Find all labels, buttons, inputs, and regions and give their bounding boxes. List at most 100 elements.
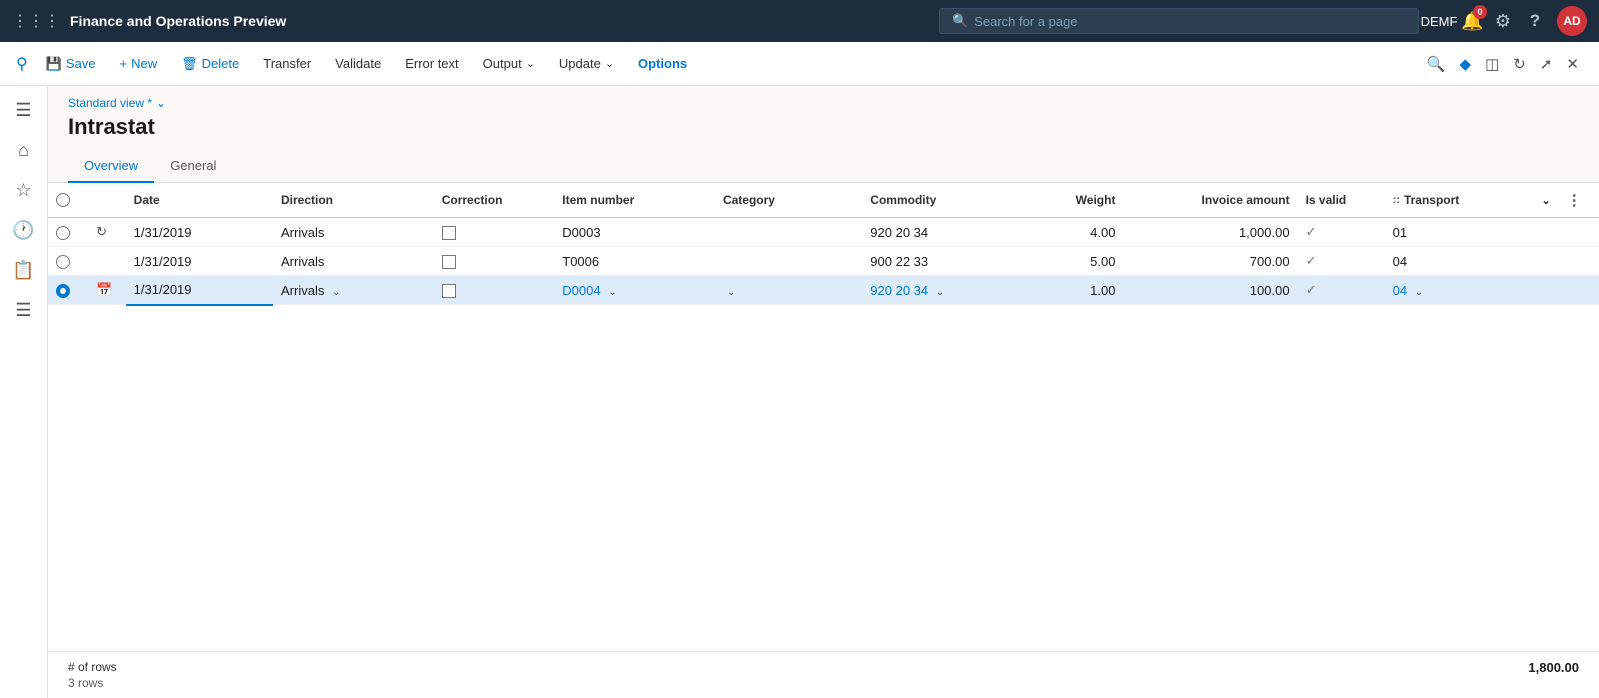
global-search[interactable]: 🔍 — [939, 8, 1419, 34]
col-header-category[interactable]: Category — [715, 183, 862, 218]
row3-calendar[interactable]: 📅 — [88, 276, 126, 305]
sidebar-workspaces-icon[interactable]: 📋 — [6, 252, 42, 288]
row1-refresh-icon[interactable]: ↻ — [96, 224, 107, 239]
row1-date: 1/31/2019 — [126, 218, 273, 247]
row3-itemnumber-chevron-icon[interactable]: ⌄ — [608, 287, 616, 298]
row3-weight[interactable]: 1.00 — [1016, 276, 1123, 305]
row3-direction[interactable]: Arrivals ⌄ — [273, 276, 434, 305]
intrastat-table: Date Direction Correction Item number Ca… — [48, 183, 1599, 306]
row1-itemnumber: D0003 — [554, 218, 715, 247]
view-label: Standard view * — [68, 96, 152, 110]
row3-itemnumber[interactable]: D0004 ⌄ — [554, 276, 715, 305]
tab-overview[interactable]: Overview — [68, 150, 154, 183]
row3-correction[interactable] — [434, 276, 555, 305]
col-header-commodity[interactable]: Commodity — [862, 183, 1016, 218]
col-header-isvalid[interactable]: Is valid — [1298, 183, 1385, 218]
validate-button[interactable]: Validate — [325, 50, 391, 77]
row3-correction-checkbox[interactable] — [442, 284, 456, 298]
row2-direction: Arrivals — [273, 247, 434, 276]
col-header-date[interactable]: Date — [126, 183, 273, 218]
col-header-check[interactable] — [48, 183, 88, 218]
col-header-itemnumber[interactable]: Item number — [554, 183, 715, 218]
personalize-icon[interactable]: ◆ — [1456, 51, 1476, 77]
row3-category[interactable]: ⌄ — [715, 276, 862, 305]
transfer-button[interactable]: Transfer — [253, 50, 321, 77]
col-header-weight[interactable]: Weight — [1016, 183, 1123, 218]
tab-general[interactable]: General — [154, 150, 232, 183]
notification-icon[interactable]: 🔔 — [1461, 11, 1481, 31]
view-selector[interactable]: Standard view * ⌄ — [68, 96, 1579, 110]
table-row: ↻ 1/31/2019 Arrivals D0003 920 20 34 4.0… — [48, 218, 1599, 247]
row3-commodity[interactable]: 920 20 34 ⌄ — [862, 276, 1016, 305]
row1-correction-checkbox[interactable] — [442, 226, 456, 240]
search-filter-icon[interactable]: 🔍 — [1423, 51, 1450, 77]
open-new-window-icon[interactable]: ➚ — [1536, 51, 1557, 77]
row1-correction[interactable] — [434, 218, 555, 247]
app-title: Finance and Operations Preview — [70, 13, 286, 29]
row2-invoiceamt: 700.00 — [1123, 247, 1297, 276]
row3-invoiceamt[interactable]: 100.00 — [1123, 276, 1297, 305]
sidebar-home-icon[interactable]: ⌂ — [6, 132, 42, 168]
sidebar-favorites-icon[interactable]: ☆ — [6, 172, 42, 208]
row1-isvalid: ✓ — [1298, 218, 1385, 247]
row2-correction-checkbox[interactable] — [442, 255, 456, 269]
top-nav-left: ⋮⋮⋮ Finance and Operations Preview — [12, 11, 929, 31]
save-icon: 💾 — [46, 56, 62, 72]
row3-commodity-chevron-icon[interactable]: ⌄ — [936, 287, 944, 298]
row1-select[interactable] — [48, 218, 88, 247]
sidebar-recent-icon[interactable]: 🕐 — [6, 212, 42, 248]
filter-icon[interactable]: ⚲ — [16, 54, 28, 74]
row3-date[interactable]: 1/31/2019 — [126, 276, 273, 305]
row3-direction-chevron-icon[interactable]: ⌄ — [332, 287, 340, 298]
row3-transport[interactable]: 04 ⌄ — [1385, 276, 1559, 305]
row3-select[interactable] — [48, 276, 88, 305]
sidebar-modules-icon[interactable]: ☰ — [6, 292, 42, 328]
column-toggle-icon[interactable]: ◫ — [1481, 51, 1503, 77]
help-icon[interactable]: ? — [1525, 11, 1545, 31]
settings-icon[interactable]: ⚙ — [1493, 11, 1513, 31]
left-sidebar: ☰ ⌂ ☆ 🕐 📋 ☰ — [0, 86, 48, 698]
page-title: Intrastat — [68, 114, 1579, 140]
update-chevron-icon: ⌄ — [605, 57, 614, 70]
more-options-icon[interactable]: ⋮ — [1567, 192, 1582, 209]
delete-button[interactable]: 🗑 Delete — [171, 50, 249, 78]
col-header-transport[interactable]: :: Transport ⌄ — [1385, 183, 1559, 218]
sidebar-menu-icon[interactable]: ☰ — [6, 92, 42, 128]
row1-commodity: 920 20 34 — [862, 218, 1016, 247]
select-all-radio[interactable] — [56, 193, 70, 207]
error-text-button[interactable]: Error text — [395, 50, 468, 77]
refresh-icon[interactable]: ↻ — [1509, 51, 1530, 77]
cmd-bar-right: 🔍 ◆ ◫ ↻ ➚ ✕ — [1423, 51, 1583, 77]
row1-invoiceamt: 1,000.00 — [1123, 218, 1297, 247]
transport-drag-icon: :: — [1393, 194, 1400, 206]
row3-transport-chevron-icon[interactable]: ⌄ — [1415, 287, 1423, 298]
row3-radio[interactable] — [56, 284, 70, 298]
search-input[interactable] — [974, 14, 1406, 29]
new-button[interactable]: + New — [110, 50, 168, 77]
col-header-dots[interactable]: ⋮ — [1559, 183, 1599, 218]
save-button[interactable]: 💾 Save — [36, 50, 106, 78]
user-avatar[interactable]: AD — [1557, 6, 1587, 36]
row1-valid-checkmark: ✓ — [1306, 224, 1317, 239]
row3-category-chevron-icon[interactable]: ⌄ — [727, 287, 735, 298]
row3-calendar-icon[interactable]: 📅 — [96, 282, 112, 297]
output-button[interactable]: Output ⌄ — [473, 50, 545, 77]
options-button[interactable]: Options — [628, 50, 697, 77]
row2-radio[interactable] — [56, 255, 70, 269]
row2-correction[interactable] — [434, 247, 555, 276]
col-header-invoiceamt[interactable]: Invoice amount — [1123, 183, 1297, 218]
top-nav-right: DEMF 🔔 ⚙ ? AD — [1429, 6, 1587, 36]
row2-isvalid: ✓ — [1298, 247, 1385, 276]
col-header-direction[interactable]: Direction — [273, 183, 434, 218]
row1-refresh[interactable]: ↻ — [88, 218, 126, 247]
row1-radio[interactable] — [56, 226, 70, 240]
col-header-correction[interactable]: Correction — [434, 183, 555, 218]
apps-grid-icon[interactable]: ⋮⋮⋮ — [12, 11, 60, 31]
row2-valid-checkmark: ✓ — [1306, 253, 1317, 268]
transport-chevron-icon[interactable]: ⌄ — [1542, 194, 1551, 207]
close-icon[interactable]: ✕ — [1562, 51, 1583, 77]
row2-select[interactable] — [48, 247, 88, 276]
data-table-container: Date Direction Correction Item number Ca… — [48, 183, 1599, 651]
update-button[interactable]: Update ⌄ — [549, 50, 624, 77]
page-header: Standard view * ⌄ Intrastat — [48, 86, 1599, 150]
